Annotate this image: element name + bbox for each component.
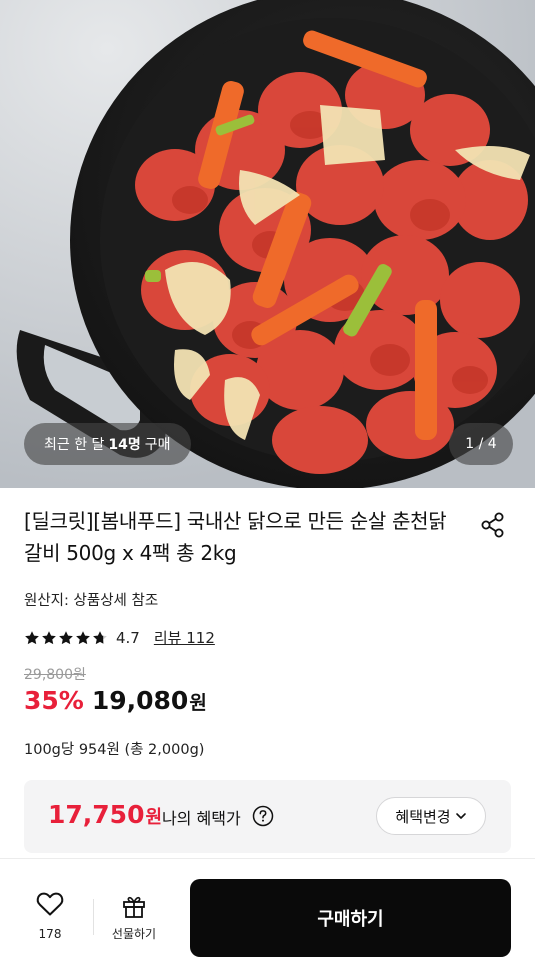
buy-button[interactable]: 구매하기 — [190, 879, 511, 957]
divider — [93, 899, 94, 935]
share-button[interactable] — [478, 510, 508, 540]
recent-buyers-badge: 최근 한 달 14명 구매 — [24, 423, 191, 465]
rating-stars — [24, 630, 108, 646]
rating-value: 4.7 — [116, 628, 140, 647]
price-row: 35% 19,080 원 — [24, 686, 207, 715]
benefit-label: 나의 혜택가 — [162, 809, 241, 828]
star-icon — [76, 630, 90, 644]
gift-icon — [123, 896, 145, 918]
star-half-icon — [93, 630, 107, 644]
help-icon[interactable] — [252, 805, 274, 827]
sale-price: 19,080 — [91, 686, 189, 715]
star-icon — [25, 630, 39, 644]
rating-row: 4.7 리뷰 112 — [24, 627, 215, 648]
buyers-prefix: 최근 한 달 — [44, 437, 105, 453]
benefit-change-label: 혜택변경 — [395, 807, 451, 826]
star-icon — [42, 630, 56, 644]
original-price: 29,800원 — [24, 667, 86, 683]
discount-rate: 35% — [24, 686, 84, 715]
product-image[interactable]: 최근 한 달 14명 구매 1 / 4 — [0, 0, 535, 488]
gift-button[interactable]: 선물하기 — [104, 893, 164, 949]
origin-info: 원산지: 상품상세 참조 — [24, 593, 159, 609]
image-pager: 1 / 4 — [449, 423, 513, 465]
sale-price-currency: 원 — [189, 692, 207, 714]
bottom-action-bar: 178 선물하기 구매하기 — [0, 858, 535, 960]
benefit-box: 17,750 원 나의 혜택가 혜택변경 — [24, 780, 511, 853]
buyers-suffix: 구매 — [144, 437, 171, 453]
like-button[interactable]: 178 — [22, 889, 78, 949]
benefit-currency: 원 — [145, 807, 163, 828]
share-icon — [481, 512, 504, 538]
gift-label: 선물하기 — [111, 927, 157, 941]
benefit-amount: 17,750 — [48, 800, 145, 829]
review-link[interactable]: 리뷰 112 — [154, 627, 215, 648]
star-icon — [59, 630, 73, 644]
chevron-down-icon — [455, 813, 466, 819]
heart-icon — [36, 892, 64, 916]
food-photo — [0, 0, 535, 488]
unit-price: 100g당 954원 (총 2,000g) — [24, 742, 205, 758]
benefit-price: 17,750 원 — [48, 800, 162, 829]
buyers-count: 14명 — [108, 437, 141, 453]
benefit-change-button[interactable]: 혜택변경 — [376, 797, 486, 835]
product-title: [딜크릿][봄내푸드] 국내산 닭으로 만든 순살 춘천닭갈비 500g x 4… — [24, 509, 447, 565]
like-count: 178 — [38, 927, 62, 941]
